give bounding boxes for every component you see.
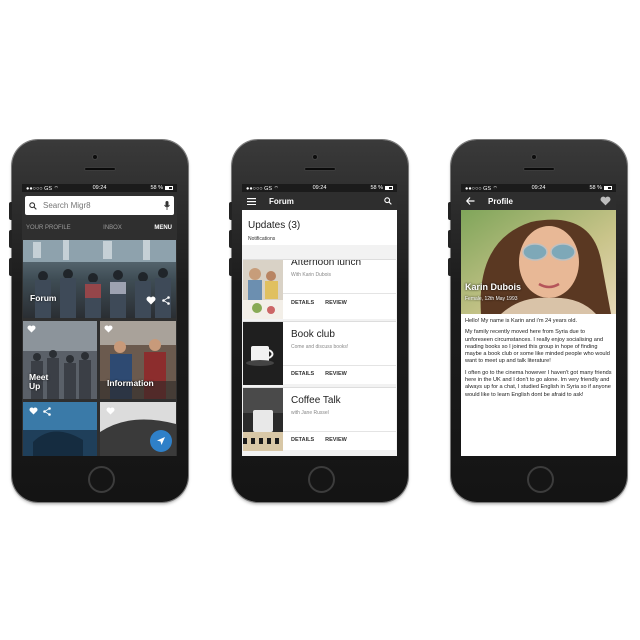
home-button[interactable] <box>308 466 335 493</box>
search-icon[interactable] <box>384 197 392 205</box>
event-card[interactable]: Afternoon lunch With Karin Dubois DETAIL… <box>243 259 396 319</box>
heart-icon[interactable] <box>27 325 36 333</box>
event-card-subtitle: Come and discuss books! <box>291 344 349 350</box>
status-bar: ●●○○○ GS ⌔ 09:24 58 % <box>242 184 397 192</box>
navigation-fab[interactable] <box>150 430 172 452</box>
hamburger-menu-icon[interactable] <box>247 197 256 205</box>
event-card-subtitle: with Jane Russel <box>291 410 329 416</box>
meet-up-tile[interactable]: Meet Up <box>23 321 97 399</box>
home-button[interactable] <box>527 466 554 493</box>
page-title: Profile <box>488 196 513 206</box>
forum-photo <box>23 240 176 318</box>
event-card[interactable]: Book club Come and discuss books! DETAIL… <box>243 321 396 385</box>
bio-paragraph: Hello! My name is Karin and i'm 24 years… <box>465 318 578 324</box>
forum-app-bar: Forum <box>242 192 397 210</box>
battery-icon <box>165 185 173 190</box>
battery-icon <box>604 185 612 190</box>
meet-up-label: Meet Up <box>29 373 48 391</box>
share-icon[interactable] <box>43 407 51 416</box>
profile-meta: Female, 12th May 1993 <box>465 296 518 302</box>
event-card-image <box>243 260 283 319</box>
event-card-title: Afternoon lunch <box>291 259 362 268</box>
heart-icon[interactable] <box>29 407 38 415</box>
event-card-title: Coffee Talk <box>291 395 341 406</box>
status-bar: ●●○○○ GS ⌔ 09:24 58 % <box>461 184 616 192</box>
tab-your-profile[interactable]: YOUR PROFILE <box>26 225 71 231</box>
event-card-subtitle: With Karin Dubois <box>291 272 332 278</box>
heart-icon[interactable] <box>106 407 115 415</box>
event-card-image <box>243 388 283 451</box>
front-camera <box>531 154 537 160</box>
heart-icon[interactable] <box>146 296 156 305</box>
battery-label: 58 % <box>150 185 163 191</box>
bottom-right-tile[interactable] <box>100 402 176 456</box>
event-card-image <box>243 322 283 385</box>
earpiece-speaker <box>84 167 116 171</box>
review-button[interactable]: REVIEW <box>325 437 347 443</box>
event-card[interactable]: Coffee Talk with Jane Russel DETAILS REV… <box>243 387 396 451</box>
tab-inbox[interactable]: INBOX <box>103 225 122 231</box>
status-bar: ●●○○○ GS ⌔ 09:24 58 % <box>22 184 177 192</box>
home-button[interactable] <box>88 466 115 493</box>
event-card-title: Book club <box>291 329 335 340</box>
information-label: Information <box>107 378 154 388</box>
page-title: Forum <box>269 196 294 206</box>
details-button[interactable]: DETAILS <box>291 300 314 306</box>
search-input[interactable] <box>37 201 164 210</box>
heart-icon[interactable] <box>104 325 113 333</box>
updates-subtitle: Notifications <box>248 236 276 242</box>
profile-app-bar: Profile <box>461 192 616 210</box>
share-icon[interactable] <box>162 296 170 305</box>
bottom-left-tile[interactable] <box>23 402 97 456</box>
phone-profile: ●●○○○ GS ⌔ 09:24 58 % Profile Karin Dubo… <box>448 140 627 502</box>
forum-screen: ●●○○○ GS ⌔ 09:24 58 % Forum Updates (3) … <box>242 184 397 456</box>
phone-menu: ●●○○○ GS ⌔ 09:24 58 % YOUR PROFILE INBOX… <box>9 140 188 502</box>
search-icon[interactable] <box>29 201 37 210</box>
bio-paragraph: I often go to the cinema however I haven… <box>465 369 612 398</box>
microphone-icon[interactable] <box>164 201 170 210</box>
front-camera <box>92 154 98 160</box>
meet-up-text: Meet Up <box>29 372 49 391</box>
battery-label: 58 % <box>370 185 383 191</box>
phone-forum: ●●○○○ GS ⌔ 09:24 58 % Forum Updates (3) … <box>229 140 408 502</box>
profile-bio: Hello! My name is Karin and i'm 24 years… <box>465 318 613 403</box>
back-arrow-icon[interactable] <box>466 197 475 205</box>
details-button[interactable]: DETAILS <box>291 371 314 377</box>
menu-tabs: YOUR PROFILE INBOX MENU <box>22 221 177 235</box>
review-button[interactable]: REVIEW <box>325 371 347 377</box>
search-bar[interactable] <box>25 196 174 215</box>
earpiece-speaker <box>523 167 555 171</box>
profile-name: Karin Dubois <box>465 282 522 292</box>
heart-icon[interactable] <box>600 196 611 206</box>
profile-screen: ●●○○○ GS ⌔ 09:24 58 % Profile Karin Dubo… <box>461 184 616 456</box>
menu-screen: ●●○○○ GS ⌔ 09:24 58 % YOUR PROFILE INBOX… <box>22 184 177 456</box>
battery-label: 58 % <box>589 185 602 191</box>
information-tile[interactable]: Information <box>100 321 176 399</box>
navigation-arrow-icon <box>157 437 165 445</box>
bio-paragraph: My family recently moved here from Syria… <box>465 329 610 365</box>
updates-title: Updates (3) <box>248 220 301 231</box>
updates-header: Updates (3) Notifications <box>242 210 397 245</box>
review-button[interactable]: REVIEW <box>325 300 347 306</box>
front-camera <box>312 154 318 160</box>
battery-icon <box>385 185 393 190</box>
forum-tile[interactable]: Forum <box>23 240 176 318</box>
forum-label: Forum <box>30 293 57 303</box>
tab-menu[interactable]: MENU <box>154 225 172 231</box>
details-button[interactable]: DETAILS <box>291 437 314 443</box>
earpiece-speaker <box>304 167 336 171</box>
